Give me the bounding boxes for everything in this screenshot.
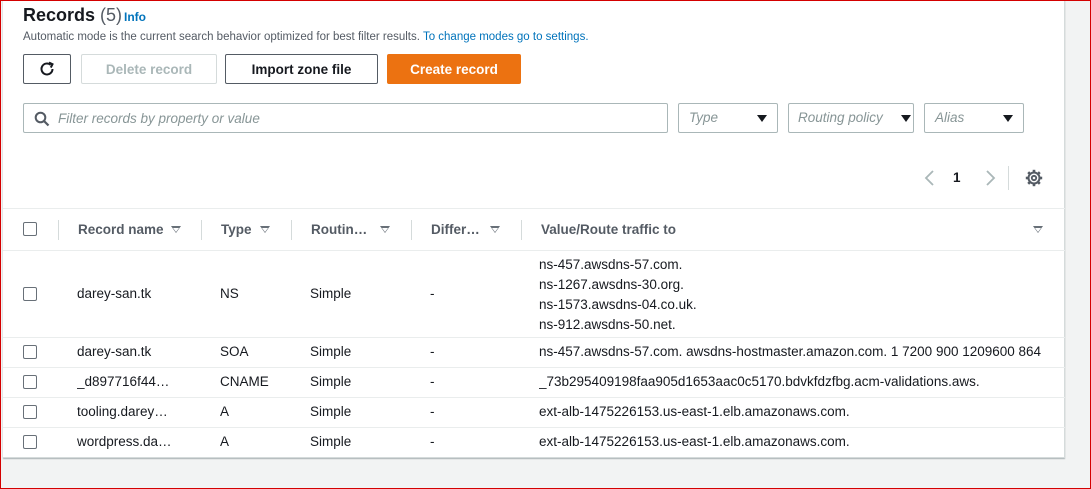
value-cell: ns-457.awsdns-57.com. awsdns-hostmaster.… bbox=[539, 342, 1065, 362]
column-label: Value/Route traffic to bbox=[541, 222, 677, 237]
sort-icon bbox=[490, 226, 500, 233]
value-line: ext-alb-1475226153.us-east-1.elb.amazona… bbox=[539, 434, 850, 449]
records-panel: Records (5) Info Automatic mode is the c… bbox=[3, 0, 1065, 458]
type-filter-select[interactable]: Type bbox=[678, 103, 778, 133]
value-line: ns-457.awsdns-57.com. bbox=[539, 257, 683, 272]
value-line: _73b295409198faa905d1653aac0c5170.bdvkfd… bbox=[539, 374, 980, 389]
type-cell: CNAME bbox=[220, 374, 269, 389]
routing-cell: Simple bbox=[310, 286, 352, 301]
alias-filter-label: Alias bbox=[935, 110, 965, 125]
caret-down-icon bbox=[901, 115, 911, 122]
filter-search-box[interactable] bbox=[23, 103, 668, 133]
value-line: ns-1573.awsdns-04.co.uk. bbox=[539, 297, 697, 312]
differentiator-cell: - bbox=[430, 404, 435, 419]
record-count: (5) bbox=[100, 5, 123, 25]
table-row[interactable]: darey-san.tk SOA Simple - ns-457.awsdns-… bbox=[3, 338, 1065, 368]
differentiator-cell: - bbox=[430, 344, 435, 359]
routing-cell: Simple bbox=[310, 404, 352, 419]
row-checkbox[interactable] bbox=[23, 435, 37, 449]
alias-filter-select[interactable]: Alias bbox=[924, 103, 1024, 133]
sort-icon bbox=[1033, 226, 1043, 233]
column-header-value[interactable]: Value/Route traffic to bbox=[541, 209, 1043, 251]
table-settings-button[interactable] bbox=[1024, 166, 1044, 190]
search-mode-description: Automatic mode is the current search beh… bbox=[23, 31, 589, 43]
value-cell: _73b295409198faa905d1653aac0c5170.bdvkfd… bbox=[539, 372, 1065, 392]
previous-page-button[interactable] bbox=[921, 166, 939, 190]
page-title: Records (5) bbox=[23, 5, 122, 26]
differentiator-cell: - bbox=[430, 434, 435, 449]
current-page-number[interactable]: 1 bbox=[953, 166, 961, 190]
type-cell: A bbox=[220, 434, 230, 449]
sort-icon bbox=[260, 226, 270, 233]
routing-cell: Simple bbox=[310, 344, 352, 359]
refresh-icon bbox=[40, 61, 54, 76]
column-label: Type bbox=[221, 222, 252, 237]
search-icon bbox=[34, 111, 50, 127]
routing-filter-label: Routing policy bbox=[798, 110, 883, 125]
settings-link[interactable]: To change modes go to settings. bbox=[423, 31, 589, 43]
routing-cell: Simple bbox=[310, 374, 352, 389]
chevron-right-icon bbox=[986, 170, 996, 186]
delete-record-button[interactable]: Delete record bbox=[81, 54, 217, 84]
select-all-checkbox[interactable] bbox=[23, 222, 37, 236]
gear-icon bbox=[1025, 169, 1043, 187]
column-divider bbox=[521, 220, 522, 240]
info-link[interactable]: Info bbox=[124, 10, 146, 24]
column-label: Differ… bbox=[431, 222, 480, 237]
next-page-button[interactable] bbox=[981, 166, 999, 190]
chevron-left-icon bbox=[924, 170, 934, 186]
record-name-cell: tooling.darey… bbox=[77, 404, 168, 419]
routing-policy-filter-select[interactable]: Routing policy bbox=[788, 103, 914, 133]
search-input[interactable] bbox=[58, 108, 658, 128]
value-cell: ext-alb-1475226153.us-east-1.elb.amazona… bbox=[539, 402, 1065, 422]
caret-down-icon bbox=[1003, 115, 1013, 122]
sort-icon bbox=[171, 226, 181, 233]
value-cell: ns-457.awsdns-57.com. ns-1267.awsdns-30.… bbox=[539, 255, 1065, 335]
value-line: ns-457.awsdns-57.com. awsdns-hostmaster.… bbox=[539, 344, 1042, 359]
column-divider bbox=[201, 220, 202, 240]
refresh-button[interactable] bbox=[23, 54, 71, 84]
value-line: ns-912.awsdns-50.net. bbox=[539, 317, 676, 332]
column-label: Routin… bbox=[311, 222, 368, 237]
differentiator-cell: - bbox=[430, 286, 435, 301]
column-label: Record name bbox=[78, 222, 164, 237]
pagination-divider bbox=[1008, 166, 1009, 190]
type-cell: NS bbox=[220, 286, 239, 301]
sort-icon bbox=[380, 226, 390, 233]
table-row[interactable]: darey-san.tk NS Simple - ns-457.awsdns-5… bbox=[3, 252, 1065, 338]
type-cell: A bbox=[220, 404, 230, 419]
table-row[interactable]: _d897716f44… CNAME Simple - _73b29540919… bbox=[3, 368, 1065, 398]
column-divider bbox=[58, 220, 59, 240]
row-checkbox[interactable] bbox=[23, 405, 37, 419]
column-divider bbox=[411, 220, 412, 240]
value-line: ext-alb-1475226153.us-east-1.elb.amazona… bbox=[539, 404, 850, 419]
record-name-cell: darey-san.tk bbox=[77, 286, 152, 301]
column-header-routing-policy[interactable]: Routin… bbox=[311, 209, 390, 251]
import-zone-file-button[interactable]: Import zone file bbox=[225, 54, 378, 84]
table-header: Record name Type Routin… Differ… Value/R… bbox=[3, 209, 1065, 251]
column-divider bbox=[291, 220, 292, 240]
differentiator-cell: - bbox=[430, 374, 435, 389]
column-header-type[interactable]: Type bbox=[221, 209, 270, 251]
routing-cell: Simple bbox=[310, 434, 352, 449]
create-record-button[interactable]: Create record bbox=[387, 54, 521, 84]
record-name-cell: _d897716f44… bbox=[77, 374, 170, 389]
column-header-differentiator[interactable]: Differ… bbox=[431, 209, 500, 251]
column-header-record-name[interactable]: Record name bbox=[78, 209, 181, 251]
caret-down-icon bbox=[757, 115, 767, 122]
table-row[interactable]: tooling.darey… A Simple - ext-alb-147522… bbox=[3, 398, 1065, 428]
value-cell: ext-alb-1475226153.us-east-1.elb.amazona… bbox=[539, 432, 1065, 452]
record-name-cell: darey-san.tk bbox=[77, 344, 152, 359]
row-checkbox[interactable] bbox=[23, 287, 37, 301]
type-cell: SOA bbox=[220, 344, 249, 359]
record-name-cell: wordpress.da… bbox=[77, 434, 172, 449]
table-row[interactable]: wordpress.da… A Simple - ext-alb-1475226… bbox=[3, 428, 1065, 458]
row-checkbox[interactable] bbox=[23, 345, 37, 359]
type-filter-label: Type bbox=[689, 110, 719, 125]
value-line: ns-1267.awsdns-30.org. bbox=[539, 277, 684, 292]
description-text: Automatic mode is the current search beh… bbox=[23, 31, 420, 43]
title-text: Records bbox=[23, 5, 96, 25]
row-checkbox[interactable] bbox=[23, 375, 37, 389]
